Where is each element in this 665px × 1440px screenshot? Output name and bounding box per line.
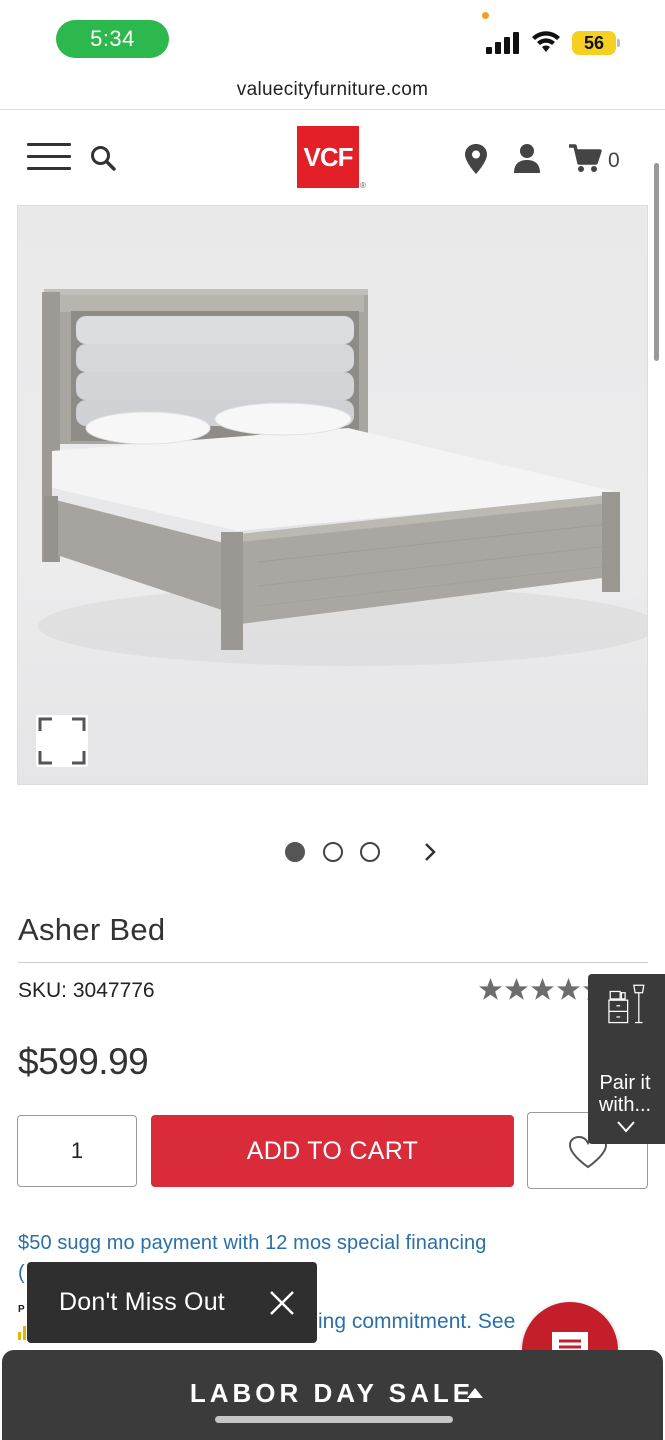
pair-label-line1: Pair it xyxy=(599,1072,651,1094)
star-icon xyxy=(531,978,554,1000)
status-bar: 5:34 56 xyxy=(0,0,665,70)
image-carousel-nav xyxy=(0,838,665,866)
pair-label-line2: with... xyxy=(598,1094,652,1116)
vcf-logo[interactable]: VCF xyxy=(297,126,359,188)
battery-tip xyxy=(617,39,620,47)
battery-level: 56 xyxy=(572,31,616,55)
quantity-input[interactable]: 1 xyxy=(17,1115,137,1187)
address-bar[interactable]: valuecityfurniture.com xyxy=(0,70,665,110)
menu-icon[interactable] xyxy=(27,141,71,173)
product-image[interactable] xyxy=(17,205,648,785)
privacy-indicator-dot xyxy=(482,12,489,19)
chevron-down-icon xyxy=(617,1121,635,1133)
logo-text: VCF xyxy=(303,141,354,172)
partial-text: P xyxy=(18,1304,25,1315)
labor-day-sale-bar[interactable]: LABOR DAY SALE xyxy=(2,1350,663,1440)
star-icon xyxy=(479,978,502,1000)
divider xyxy=(18,962,648,963)
cart-icon[interactable] xyxy=(568,143,602,173)
clock-pill[interactable]: 5:34 xyxy=(56,20,169,58)
fullscreen-button[interactable] xyxy=(36,715,88,767)
carousel-dot-1[interactable] xyxy=(285,842,305,862)
page-scrollbar[interactable] xyxy=(654,163,659,361)
product-title: Asher Bed xyxy=(18,912,166,947)
promo-toast[interactable]: Don't Miss Out xyxy=(27,1262,317,1343)
add-to-cart-label: ADD TO CART xyxy=(246,1136,419,1165)
search-icon[interactable] xyxy=(90,145,116,171)
cellular-signal-icon xyxy=(486,32,519,54)
site-header: VCF ® 0 xyxy=(0,111,665,205)
carousel-dot-2[interactable] xyxy=(323,842,343,862)
sale-bar-label: LABOR DAY SALE xyxy=(189,1378,475,1408)
bed-photo xyxy=(38,289,647,666)
star-icon xyxy=(505,978,528,1000)
financing-terms-link[interactable]: ing commitment. See xyxy=(318,1310,515,1334)
close-icon[interactable] xyxy=(267,1288,297,1318)
battery-indicator: 56 xyxy=(572,31,620,55)
expand-icon xyxy=(38,717,86,765)
toast-text: Don't Miss Out xyxy=(59,1288,225,1316)
star-icon xyxy=(557,978,580,1000)
pair-it-with-widget[interactable]: Pair it with... xyxy=(588,974,665,1144)
financing-link-continued[interactable]: ( xyxy=(18,1262,25,1285)
logo-registered-mark: ® xyxy=(360,181,366,190)
home-indicator[interactable] xyxy=(215,1416,453,1423)
chevron-right-icon[interactable] xyxy=(420,842,440,862)
product-sku: SKU: 3047776 xyxy=(18,979,155,1002)
quantity-value: 1 xyxy=(70,1138,84,1163)
url-text: valuecityfurniture.com xyxy=(236,78,429,100)
caret-up-icon xyxy=(467,1388,483,1398)
account-icon[interactable] xyxy=(513,143,541,173)
product-price: $599.99 xyxy=(18,1041,149,1082)
nightstand-lamp-icon xyxy=(608,984,645,1024)
wifi-icon xyxy=(532,31,560,52)
cart-count[interactable]: 0 xyxy=(608,149,620,173)
clock-time: 5:34 xyxy=(90,26,135,51)
carousel-dot-3[interactable] xyxy=(360,842,380,862)
financing-link[interactable]: $50 sugg mo payment with 12 mos special … xyxy=(18,1232,487,1255)
add-to-cart-button[interactable]: ADD TO CART xyxy=(151,1115,514,1187)
store-locator-icon[interactable] xyxy=(464,143,488,175)
